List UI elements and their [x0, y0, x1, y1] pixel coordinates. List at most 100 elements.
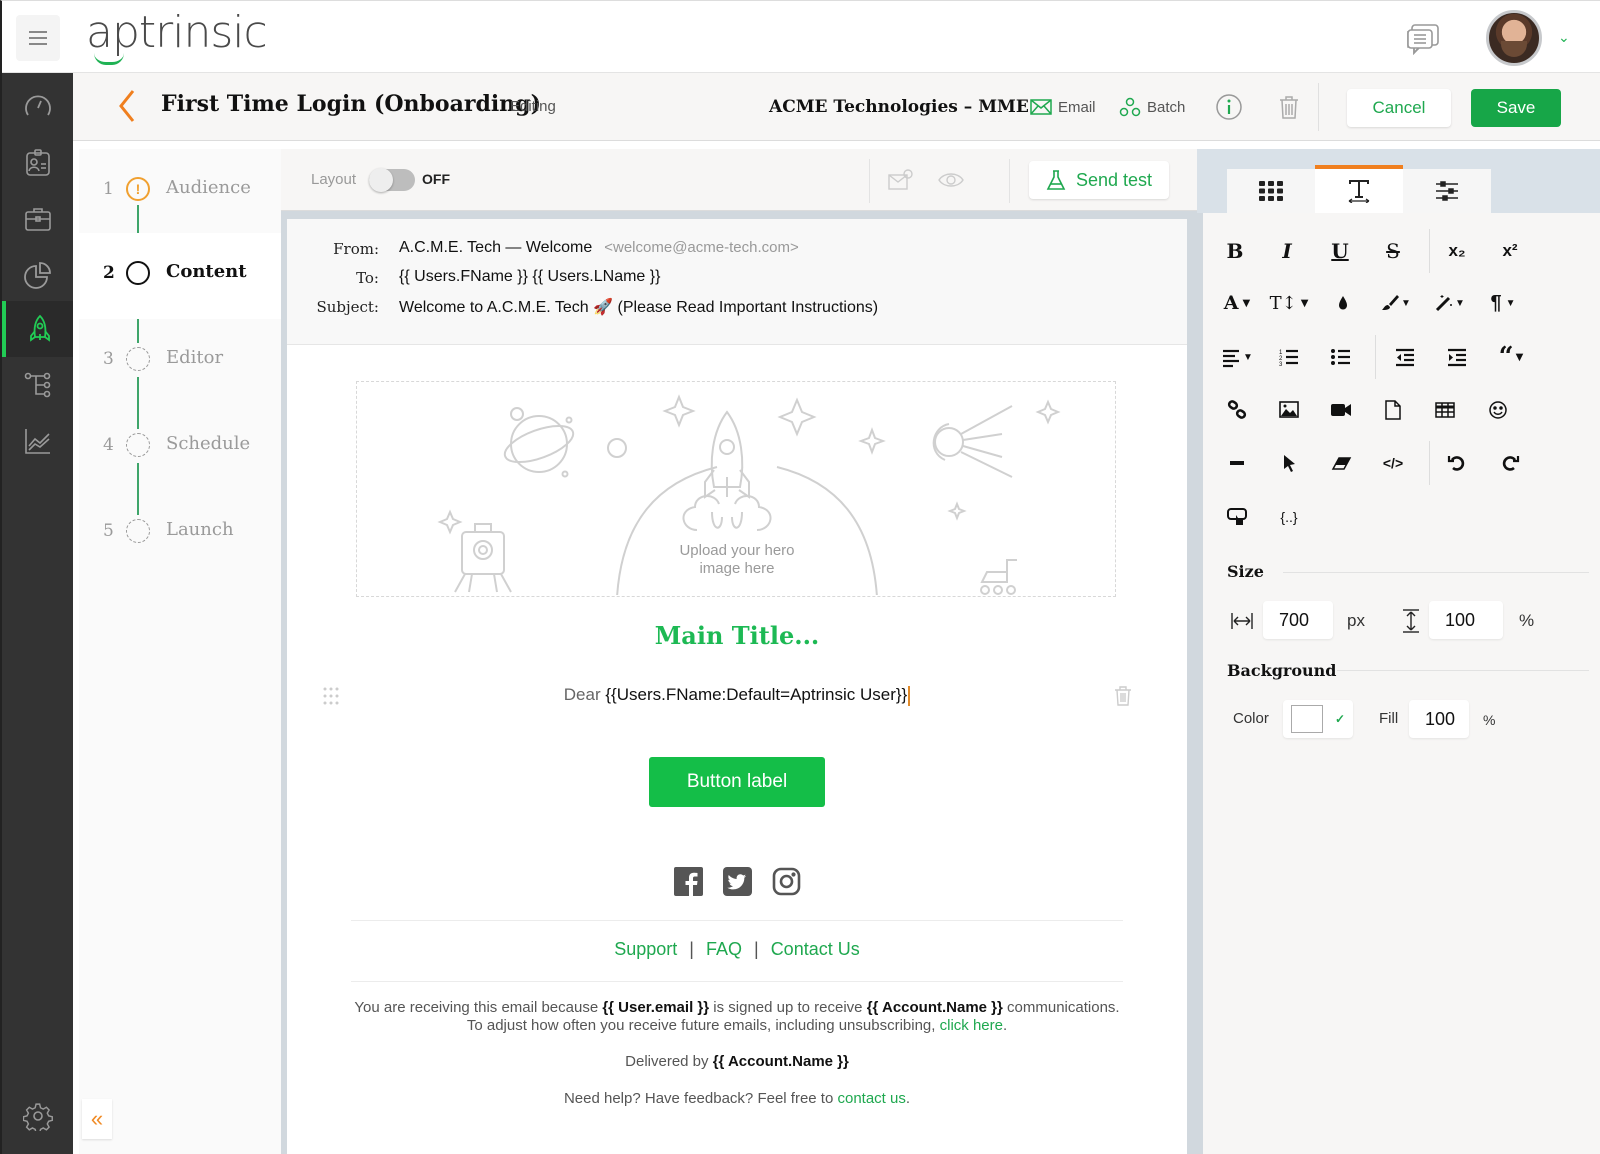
- unsubscribe-link[interactable]: click here: [940, 1017, 1003, 1034]
- eraser-icon: [1331, 457, 1352, 470]
- info-icon[interactable]: [1215, 93, 1243, 121]
- width-input[interactable]: 700: [1263, 601, 1333, 639]
- subscript-button[interactable]: x₂: [1437, 233, 1477, 269]
- font-size-dropdown[interactable]: T↕ ▼: [1269, 285, 1309, 321]
- email-type-link[interactable]: Email: [1030, 97, 1096, 117]
- step-content[interactable]: 2 Content: [79, 233, 281, 319]
- chevron-down-icon[interactable]: ⌄: [1558, 29, 1570, 46]
- nav-dashboard[interactable]: [2, 79, 73, 135]
- subject-label: Subject:: [316, 298, 379, 316]
- ordered-list-button[interactable]: 123: [1269, 339, 1309, 375]
- undo-button[interactable]: [1437, 445, 1477, 481]
- subject-row[interactable]: Subject: Welcome to A.C.M.E. Tech 🚀 (Ple…: [287, 297, 878, 321]
- minus-icon: [1230, 461, 1244, 465]
- twitter-icon[interactable]: [722, 867, 752, 896]
- align-dropdown[interactable]: ▼: [1217, 339, 1257, 375]
- nav-journeys[interactable]: [2, 357, 73, 413]
- indent-button[interactable]: [1437, 339, 1477, 375]
- paragraph-dropdown[interactable]: ¶ ▼: [1483, 285, 1523, 321]
- nav-accounts[interactable]: [2, 191, 73, 247]
- instagram-icon[interactable]: [772, 867, 801, 896]
- link-button[interactable]: [1217, 392, 1257, 428]
- hamburger-icon[interactable]: [16, 15, 60, 61]
- redo-icon: [1502, 456, 1520, 471]
- color-picker[interactable]: ✓: [1283, 700, 1353, 738]
- nav-contacts[interactable]: [2, 135, 73, 191]
- video-button[interactable]: [1321, 392, 1361, 428]
- email-settings-icon[interactable]: [887, 167, 915, 193]
- redo-button[interactable]: [1490, 445, 1530, 481]
- section-divider: [1337, 670, 1589, 671]
- trash-icon[interactable]: [1275, 93, 1303, 121]
- background-section-title: Background: [1227, 661, 1337, 680]
- magic-wand-dropdown[interactable]: ▼: [1429, 285, 1469, 321]
- quote-dropdown[interactable]: “▼: [1491, 339, 1531, 375]
- font-color-dropdown[interactable]: A ▼: [1217, 285, 1257, 321]
- brush-dropdown[interactable]: ▼: [1375, 285, 1415, 321]
- steps-panel: 1 ! Audience 2 Content 3 Editor 4 Schedu…: [79, 149, 281, 1154]
- tab-text-format[interactable]: [1315, 165, 1403, 213]
- save-button[interactable]: Save: [1471, 89, 1561, 127]
- tab-settings[interactable]: [1403, 169, 1491, 213]
- fill-input[interactable]: 100: [1409, 700, 1469, 738]
- superscript-button[interactable]: x²: [1490, 233, 1530, 269]
- from-row[interactable]: From: A.C.M.E. Tech — Welcome <welcome@a…: [287, 239, 799, 263]
- nav-engagements[interactable]: [2, 301, 73, 357]
- step-label: Audience: [166, 177, 251, 198]
- back-chevron-icon[interactable]: [117, 89, 137, 123]
- height-input[interactable]: 100: [1429, 601, 1503, 639]
- horizontal-rule-button[interactable]: [1217, 445, 1257, 481]
- highlight-drop-button[interactable]: [1323, 285, 1363, 321]
- underline-button[interactable]: U: [1320, 233, 1360, 269]
- italic-button[interactable]: I: [1267, 233, 1307, 269]
- nav-reports[interactable]: [2, 247, 73, 303]
- faq-link[interactable]: FAQ: [706, 939, 742, 959]
- layout-toggle[interactable]: [369, 168, 415, 192]
- chat-icon[interactable]: [1406, 23, 1440, 55]
- unordered-list-button[interactable]: [1321, 339, 1361, 375]
- step-audience[interactable]: 1 ! Audience: [79, 149, 281, 235]
- insert-button-tool[interactable]: [1217, 499, 1257, 535]
- tab-blocks[interactable]: [1227, 169, 1315, 213]
- step-number: 2: [103, 263, 115, 283]
- unordered-list-icon: [1331, 349, 1350, 365]
- select-button[interactable]: [1269, 445, 1309, 481]
- file-button[interactable]: [1373, 392, 1413, 428]
- emoji-button[interactable]: [1478, 392, 1518, 428]
- collapse-panel-button[interactable]: «: [82, 1099, 112, 1139]
- outdent-icon: [1396, 348, 1414, 367]
- step-launch[interactable]: 5 Launch: [79, 491, 281, 577]
- contact-us-link[interactable]: Contact Us: [771, 939, 860, 959]
- nav-analytics[interactable]: [2, 413, 73, 469]
- main-title[interactable]: Main Title...: [287, 621, 1187, 650]
- step-schedule[interactable]: 4 Schedule: [79, 405, 281, 491]
- outdent-button[interactable]: [1385, 339, 1425, 375]
- hero-image-dropzone[interactable]: Upload your hero image here: [356, 381, 1116, 597]
- nav-settings[interactable]: [2, 1091, 73, 1141]
- code-view-button[interactable]: </>: [1373, 445, 1413, 481]
- notice-end: .: [1002, 1017, 1008, 1034]
- image-button[interactable]: [1269, 392, 1309, 428]
- contact-us-link[interactable]: contact us: [837, 1090, 905, 1107]
- color-label: Color: [1233, 710, 1269, 727]
- batch-type-link[interactable]: Batch: [1119, 97, 1185, 117]
- preview-eye-icon[interactable]: [937, 167, 965, 193]
- facebook-icon[interactable]: [673, 867, 703, 896]
- send-test-button[interactable]: Send test: [1029, 161, 1169, 199]
- from-name: A.C.M.E. Tech — Welcome: [399, 239, 593, 256]
- cta-button[interactable]: Button label: [649, 757, 825, 807]
- to-row[interactable]: To: {{ Users.FName }} {{ Users.LName }}: [287, 268, 660, 292]
- trash-icon[interactable]: [1113, 685, 1133, 707]
- support-link[interactable]: Support: [614, 939, 677, 959]
- greeting-text[interactable]: Dear {{Users.FName:Default=Aptrinsic Use…: [287, 685, 1187, 706]
- bold-button[interactable]: B: [1215, 233, 1255, 269]
- strikethrough-button[interactable]: S: [1373, 233, 1413, 269]
- delivered-token: {{ Account.Name }}: [712, 1053, 849, 1070]
- table-button[interactable]: [1425, 392, 1465, 428]
- user-avatar[interactable]: [1486, 10, 1542, 66]
- clear-format-button[interactable]: [1321, 445, 1361, 481]
- cancel-button[interactable]: Cancel: [1347, 89, 1451, 127]
- step-editor[interactable]: 3 Editor: [79, 319, 281, 405]
- height-unit: %: [1519, 611, 1535, 630]
- merge-tag-button[interactable]: {..}: [1269, 499, 1309, 535]
